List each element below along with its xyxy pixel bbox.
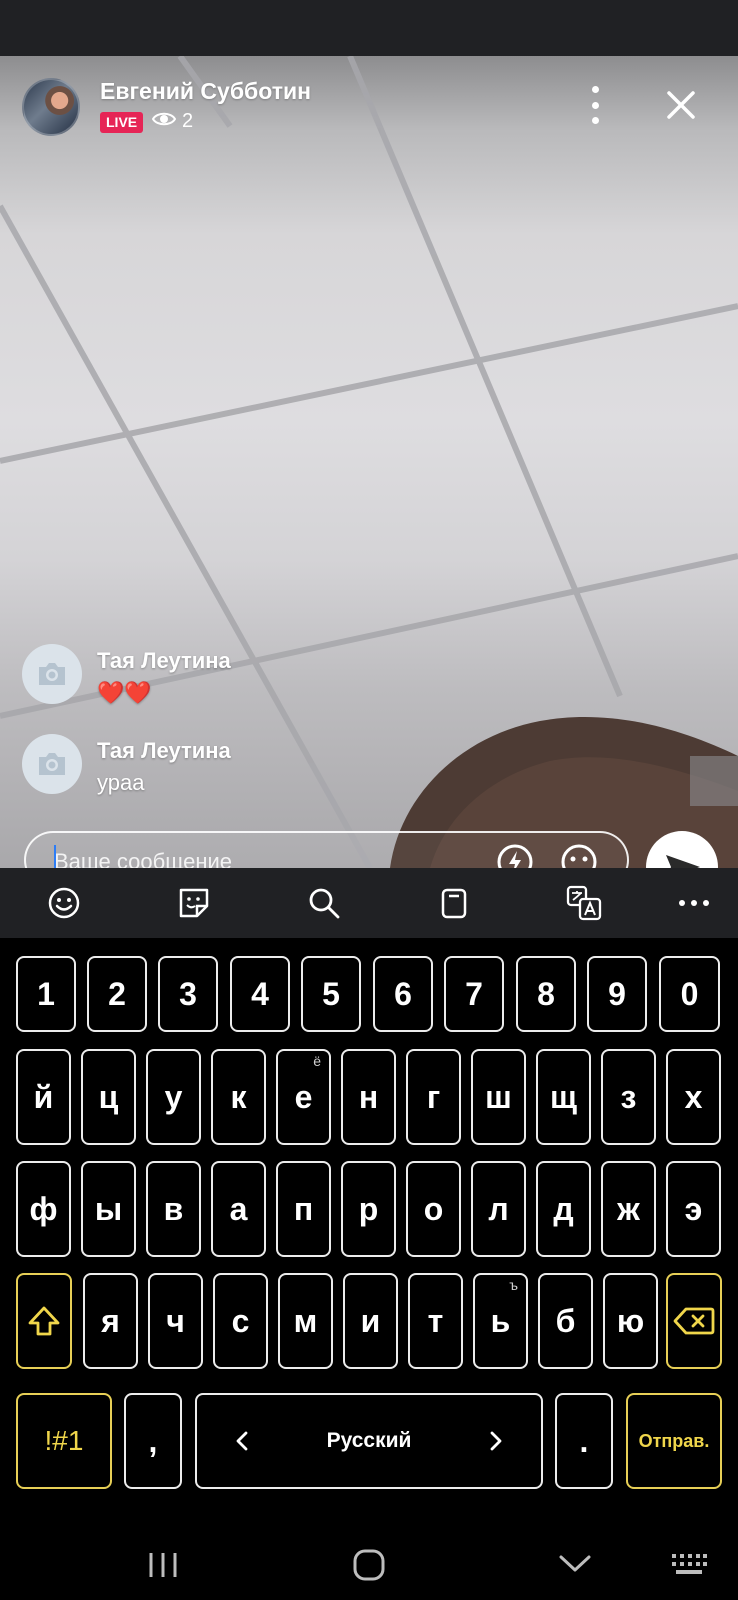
viewer-count-value: 2 — [182, 110, 194, 132]
key-м[interactable]: м — [278, 1273, 333, 1369]
backspace-key[interactable] — [666, 1273, 722, 1369]
emoji-icon[interactable] — [46, 885, 82, 921]
camera-icon — [39, 663, 65, 685]
comment-item: Тая Леутина ураа — [22, 734, 522, 796]
close-button[interactable] — [664, 88, 698, 122]
space-key-label: Русский — [326, 1429, 412, 1452]
recent-apps-icon[interactable] — [146, 1550, 180, 1580]
key-label: е — [294, 1078, 313, 1115]
send-key[interactable]: Отправ. — [626, 1393, 722, 1489]
key-т[interactable]: т — [408, 1273, 463, 1369]
key-ь[interactable]: ь ъ — [473, 1273, 528, 1369]
symbols-key[interactable]: !#1 — [16, 1393, 112, 1489]
camera-icon — [39, 753, 65, 775]
key-ф[interactable]: ф — [16, 1161, 71, 1257]
comment-avatar[interactable] — [22, 734, 82, 794]
shift-key[interactable] — [16, 1273, 72, 1369]
key-7[interactable]: 7 — [444, 956, 504, 1032]
key-к[interactable]: к — [211, 1049, 266, 1145]
more-icon[interactable] — [676, 885, 712, 921]
key-label: ь — [490, 1302, 511, 1339]
comment-avatar[interactable] — [22, 644, 82, 704]
key-щ[interactable]: щ — [536, 1049, 591, 1145]
comment-text: ❤️❤️ — [97, 680, 152, 705]
keyboard: 1 2 3 4 5 6 7 8 9 0 й ц у к е ё н г ш щ … — [0, 868, 738, 1528]
dot-icon — [591, 117, 599, 124]
key-6[interactable]: 6 — [373, 956, 433, 1032]
key-с[interactable]: с — [213, 1273, 268, 1369]
key-9[interactable]: 9 — [587, 956, 647, 1032]
key-1[interactable]: 1 — [16, 956, 76, 1032]
key-п[interactable]: п — [276, 1161, 331, 1257]
key-д[interactable]: д — [536, 1161, 591, 1257]
key-н[interactable]: н — [341, 1049, 396, 1145]
home-icon[interactable] — [352, 1548, 386, 1582]
key-е[interactable]: е ё — [276, 1049, 331, 1145]
system-nav-bar — [0, 1528, 738, 1600]
backspace-icon — [673, 1307, 715, 1335]
key-г[interactable]: г — [406, 1049, 461, 1145]
key-а[interactable]: а — [211, 1161, 266, 1257]
key-ш[interactable]: ш — [471, 1049, 526, 1145]
viewer-count: 2 — [151, 110, 194, 133]
status-bar — [0, 0, 738, 56]
key-4[interactable]: 4 — [230, 956, 290, 1032]
key-у[interactable]: у — [146, 1049, 201, 1145]
key-ц[interactable]: ц — [81, 1049, 136, 1145]
key-ю[interactable]: ю — [603, 1273, 658, 1369]
key-ы[interactable]: ы — [81, 1161, 136, 1257]
dot-icon — [591, 86, 599, 93]
period-key[interactable]: . — [555, 1393, 613, 1489]
key-л[interactable]: л — [471, 1161, 526, 1257]
key-hint: ё — [313, 1053, 321, 1069]
key-ж[interactable]: ж — [601, 1161, 656, 1257]
back-chevron-down-icon[interactable] — [558, 1553, 592, 1575]
comma-key[interactable]: , — [124, 1393, 182, 1489]
more-options-button[interactable] — [580, 86, 610, 124]
translate-icon[interactable] — [566, 885, 602, 921]
live-badge: LIVE — [100, 112, 144, 133]
key-и[interactable]: и — [343, 1273, 398, 1369]
key-й[interactable]: й — [16, 1049, 71, 1145]
shift-icon — [28, 1306, 60, 1336]
key-э[interactable]: э — [666, 1161, 721, 1257]
close-icon — [667, 91, 695, 119]
keyboard-switch-icon[interactable] — [670, 1552, 708, 1578]
key-ч[interactable]: ч — [148, 1273, 203, 1369]
comment-text: ураа — [97, 770, 145, 795]
key-р[interactable]: р — [341, 1161, 396, 1257]
key-5[interactable]: 5 — [301, 956, 361, 1032]
eye-icon — [151, 110, 177, 133]
dot-icon — [591, 101, 599, 109]
comment-item: Тая Леутина ❤️❤️ — [22, 644, 522, 706]
space-key[interactable]: Русский — [195, 1393, 543, 1489]
host-avatar[interactable] — [22, 78, 80, 136]
clipboard-icon[interactable] — [436, 885, 472, 921]
key-8[interactable]: 8 — [516, 956, 576, 1032]
comment-author: Тая Леутина — [97, 738, 231, 763]
key-х[interactable]: х — [666, 1049, 721, 1145]
key-в[interactable]: в — [146, 1161, 201, 1257]
key-б[interactable]: б — [538, 1273, 593, 1369]
key-2[interactable]: 2 — [87, 956, 147, 1032]
keyboard-toolbar — [0, 868, 738, 938]
key-0[interactable]: 0 — [659, 956, 720, 1032]
comment-author: Тая Леутина — [97, 648, 231, 673]
search-icon[interactable] — [306, 885, 342, 921]
key-3[interactable]: 3 — [158, 956, 218, 1032]
chevron-right-icon — [490, 1431, 502, 1451]
key-з[interactable]: з — [601, 1049, 656, 1145]
key-я[interactable]: я — [83, 1273, 138, 1369]
sticker-icon[interactable] — [176, 885, 212, 921]
host-name[interactable]: Евгений Субботин — [100, 78, 311, 105]
key-о[interactable]: о — [406, 1161, 461, 1257]
key-hint: ъ — [509, 1277, 518, 1293]
chevron-left-icon — [236, 1431, 248, 1451]
